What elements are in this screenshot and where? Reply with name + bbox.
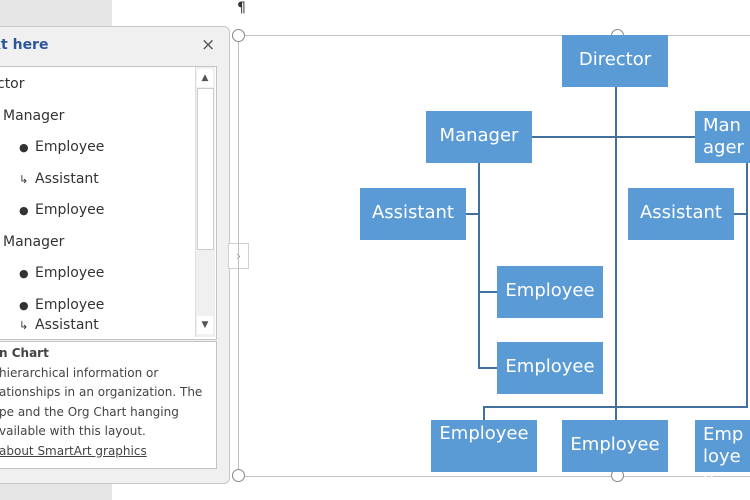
- org-box-assistant[interactable]: Assistant: [360, 188, 466, 240]
- connector: [746, 163, 748, 408]
- connector: [532, 136, 695, 138]
- bullet-icon: ●: [19, 141, 29, 154]
- org-box-employee[interactable]: Employee: [562, 420, 668, 472]
- close-icon[interactable]: ×: [201, 35, 215, 55]
- assistant-arrow-icon: ↳: [19, 173, 29, 186]
- learn-more-link[interactable]: about SmartArt graphics: [0, 442, 216, 462]
- org-box-employee[interactable]: Employee: [431, 420, 537, 472]
- layout-description: n Chart hierarchical information or atio…: [0, 341, 217, 469]
- item-text: Employee: [35, 297, 105, 313]
- org-box-employee[interactable]: Employee: [497, 266, 603, 318]
- connector: [479, 291, 497, 293]
- item-text: Assistant: [35, 317, 99, 333]
- list-item[interactable]: ● Employee: [19, 139, 104, 155]
- item-text: Employee: [35, 265, 105, 281]
- list-item[interactable]: ● Employee: [19, 265, 104, 281]
- connector: [479, 367, 497, 369]
- org-box-manager[interactable]: Manager: [695, 111, 750, 163]
- description-line: vailable with this layout.: [0, 424, 146, 438]
- resize-handle[interactable]: [232, 469, 245, 482]
- scrollbar-thumb[interactable]: [197, 88, 214, 250]
- description-line: ationships in an organization. The: [0, 385, 203, 399]
- org-box-assistant[interactable]: Assistant: [628, 188, 734, 240]
- org-box-employee[interactable]: Employee: [695, 420, 750, 489]
- item-text: Employee: [35, 139, 105, 155]
- connector: [734, 213, 746, 215]
- connector: [483, 406, 748, 408]
- list-item[interactable]: ctor: [0, 76, 25, 92]
- bullet-icon: ●: [19, 299, 29, 312]
- scroll-down-icon[interactable]: ▼: [197, 316, 213, 334]
- connector: [466, 213, 479, 215]
- item-text: Employee: [35, 202, 105, 218]
- bullet-icon: ●: [19, 204, 29, 217]
- description-line: pe and the Org Chart hanging: [0, 404, 179, 419]
- bullet-icon: ●: [19, 267, 29, 280]
- resize-handle[interactable]: [232, 29, 245, 42]
- list-item[interactable]: ● Employee: [19, 202, 104, 218]
- text-pane-title: xt here: [0, 37, 49, 53]
- connector: [478, 163, 480, 369]
- scroll-up-icon[interactable]: ▲: [197, 69, 213, 87]
- list-item[interactable]: ↳ Assistant: [19, 317, 99, 333]
- list-item[interactable]: ↳ Assistant: [19, 171, 99, 187]
- description-line: hierarchical information or: [0, 365, 159, 380]
- org-box-manager[interactable]: Manager: [426, 111, 532, 163]
- list-item[interactable]: Manager: [3, 234, 64, 250]
- connector: [483, 406, 485, 420]
- description-heading: n Chart: [0, 346, 49, 360]
- org-box-director[interactable]: Director: [562, 35, 668, 87]
- text-pane-list[interactable]: ctor Manager ● Employee ↳ Assistant ● Emplo…: [0, 66, 217, 340]
- assistant-arrow-icon: ↳: [19, 319, 29, 332]
- smartart-frame[interactable]: [238, 35, 750, 477]
- org-box-employee[interactable]: Employee: [497, 342, 603, 394]
- item-text: Assistant: [35, 171, 99, 187]
- paragraph-mark: ¶: [237, 0, 246, 16]
- list-item[interactable]: Manager: [3, 108, 64, 124]
- list-item[interactable]: ● Employee: [19, 297, 104, 313]
